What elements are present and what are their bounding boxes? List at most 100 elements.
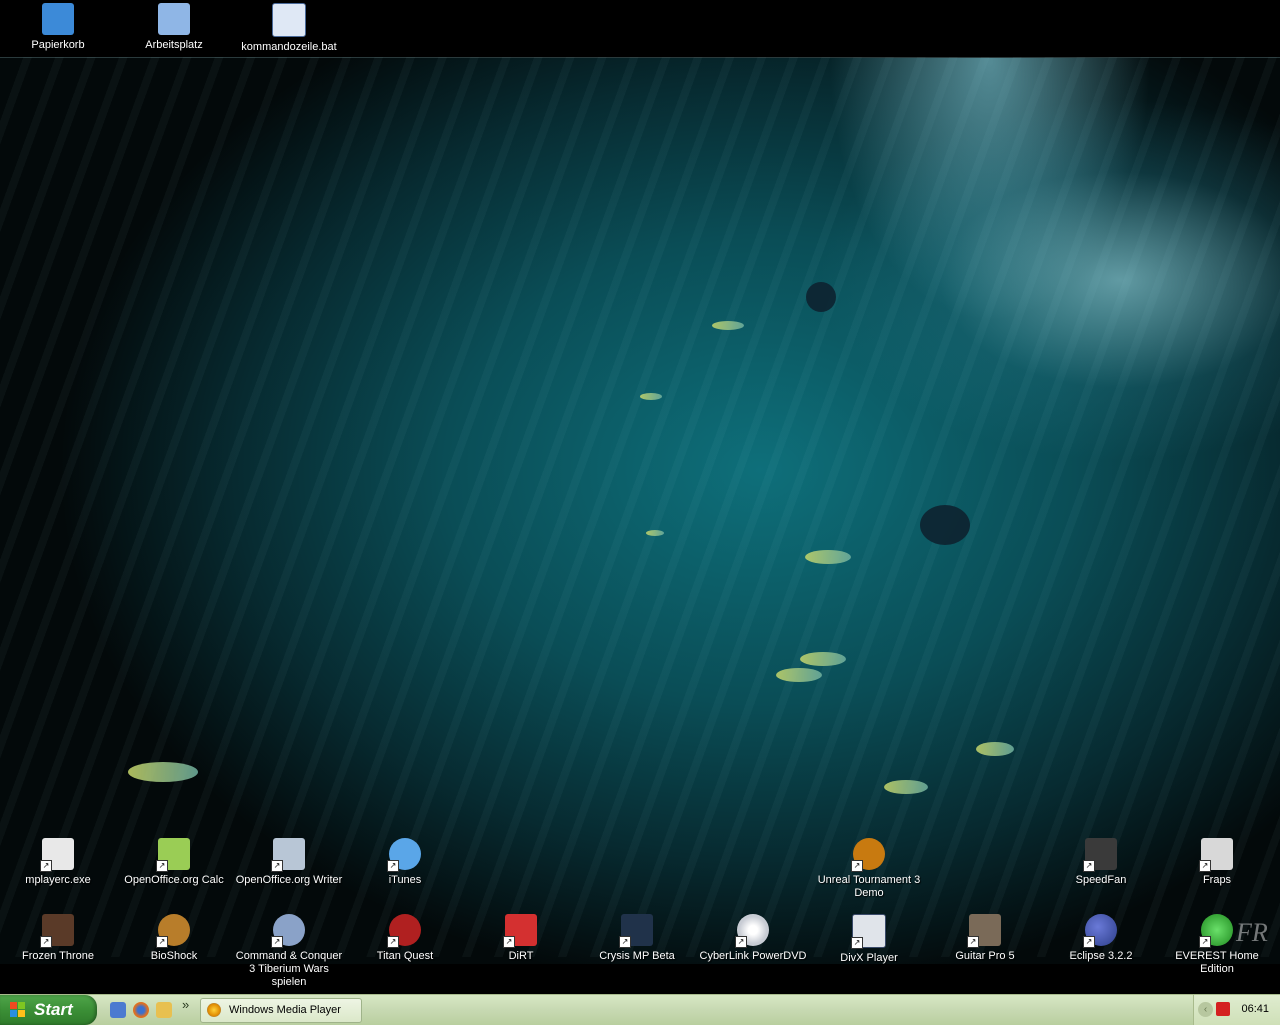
- desktop-icon-fraps[interactable]: ↗ Fraps: [1162, 838, 1272, 887]
- desktop-icon-titan-quest[interactable]: ↗ Titan Quest: [350, 914, 460, 963]
- wallpaper-fish: [805, 550, 851, 564]
- explorer-icon[interactable]: [156, 1002, 172, 1018]
- desktop-icon-label: SpeedFan: [1075, 874, 1127, 886]
- shortcut-arrow-icon: ↗: [387, 860, 399, 872]
- shortcut-arrow-icon: ↗: [735, 936, 747, 948]
- clock[interactable]: 06:41: [1241, 1003, 1269, 1015]
- desktop: Papierkorb Arbeitsplatz kommandozeile.ba…: [0, 0, 1280, 994]
- desktop-icon-powerdvd[interactable]: ↗ CyberLink PowerDVD: [698, 914, 808, 963]
- desktop-icon-label: Command & Conquer 3 Tiberium Wars spiele…: [235, 950, 343, 988]
- wallpaper-fish: [646, 530, 664, 536]
- desktop-icon-oo-writer[interactable]: ↗ OpenOffice.org Writer: [234, 838, 344, 887]
- openoffice-writer-icon: ↗: [271, 838, 305, 872]
- show-desktop-icon[interactable]: [110, 1002, 126, 1018]
- desktop-icon-label: Crysis MP Beta: [599, 950, 675, 962]
- windows-logo-icon: [10, 1002, 26, 1018]
- wallpaper-fish: [976, 742, 1014, 756]
- desktop-icon-label: Titan Quest: [376, 950, 434, 962]
- itunes-icon: ↗: [387, 838, 421, 872]
- unreal-tournament-icon: ↗: [851, 838, 885, 872]
- guitar-pro-icon: ↗: [967, 914, 1001, 948]
- shortcut-arrow-icon: ↗: [40, 936, 52, 948]
- dirt-icon: ↗: [503, 914, 537, 948]
- desktop-icon-bioshock[interactable]: ↗ BioShock: [119, 914, 229, 963]
- start-button[interactable]: Start: [0, 995, 97, 1025]
- desktop-icon-label: OpenOffice.org Calc: [124, 874, 224, 886]
- desktop-icon-unreal-tournament[interactable]: ↗ Unreal Tournament 3 Demo: [814, 838, 924, 900]
- desktop-icon-label: Eclipse 3.2.2: [1069, 950, 1133, 962]
- desktop-icon-label: Frozen Throne: [22, 950, 94, 962]
- desktop-icon-label: DiRT: [508, 950, 534, 962]
- shortcut-arrow-icon: ↗: [851, 937, 863, 949]
- desktop-icon-label: Papierkorb: [31, 39, 85, 51]
- recycle-bin-icon: [42, 3, 74, 35]
- system-tray: ‹ 06:41: [1193, 995, 1280, 1025]
- everest-icon: ↗: [1199, 914, 1233, 948]
- shortcut-arrow-icon: ↗: [1199, 860, 1211, 872]
- task-label: Windows Media Player: [229, 1004, 341, 1016]
- desktop-bottom-band: [0, 964, 1280, 994]
- crysis-icon: ↗: [619, 914, 653, 948]
- shortcut-arrow-icon: ↗: [851, 860, 863, 872]
- desktop-icon-dirt[interactable]: ↗ DiRT: [466, 914, 576, 963]
- shortcut-arrow-icon: ↗: [271, 936, 283, 948]
- speedfan-icon: ↗: [1083, 838, 1117, 872]
- wallpaper-watermark: FR: [1236, 918, 1268, 947]
- desktop-icon-divx-player[interactable]: ↗ DivX Player: [814, 914, 924, 965]
- desktop-icon-label: Unreal Tournament 3 Demo: [817, 874, 921, 899]
- desktop-icon-papierkorb[interactable]: Papierkorb: [3, 3, 113, 52]
- taskbar: Start » Windows Media Player ‹ 06:41: [0, 994, 1280, 1025]
- desktop-icon-label: kommandozeile.bat: [241, 41, 337, 53]
- desktop-icon-guitar-pro[interactable]: ↗ Guitar Pro 5: [930, 914, 1040, 963]
- shortcut-arrow-icon: ↗: [40, 860, 52, 872]
- batch-file-icon: [272, 3, 306, 37]
- desktop-icon-crysis[interactable]: ↗ Crysis MP Beta: [582, 914, 692, 963]
- desktop-icon-arbeitsplatz[interactable]: Arbeitsplatz: [119, 3, 229, 52]
- shortcut-arrow-icon: ↗: [156, 860, 168, 872]
- wallpaper-fish: [712, 321, 744, 330]
- desktop-icon-speedfan[interactable]: ↗ SpeedFan: [1046, 838, 1156, 887]
- titan-quest-icon: ↗: [387, 914, 421, 948]
- openoffice-calc-icon: ↗: [156, 838, 190, 872]
- wallpaper-light-rays: [0, 57, 1280, 957]
- command-conquer-icon: ↗: [271, 914, 305, 948]
- task-windows-media-player[interactable]: Windows Media Player: [200, 998, 362, 1023]
- quick-launch-overflow[interactable]: »: [182, 997, 189, 1012]
- media-player-classic-icon: ↗: [40, 838, 74, 872]
- desktop-icon-label: BioShock: [150, 950, 198, 962]
- wallpaper-fish: [776, 668, 822, 682]
- desktop-icon-oo-calc[interactable]: ↗ OpenOffice.org Calc: [119, 838, 229, 887]
- desktop-icon-mplayerc[interactable]: ↗ mplayerc.exe: [3, 838, 113, 887]
- desktop-icon-command-conquer[interactable]: ↗ Command & Conquer 3 Tiberium Wars spie…: [234, 914, 344, 989]
- desktop-icon-label: DivX Player: [840, 952, 898, 964]
- bioshock-icon: ↗: [156, 914, 190, 948]
- windows-media-player-icon: [207, 1003, 221, 1017]
- wallpaper-fish: [128, 762, 198, 782]
- my-computer-icon: [158, 3, 190, 35]
- shortcut-arrow-icon: ↗: [1199, 936, 1211, 948]
- powerdvd-icon: ↗: [735, 914, 769, 948]
- wallpaper-fish: [884, 780, 928, 794]
- desktop-icon-label: iTunes: [388, 874, 422, 886]
- shortcut-arrow-icon: ↗: [156, 936, 168, 948]
- antivir-icon[interactable]: [1216, 1002, 1230, 1016]
- desktop-icon-frozen-throne[interactable]: ↗ Frozen Throne: [3, 914, 113, 963]
- desktop-icon-label: CyberLink PowerDVD: [699, 950, 807, 962]
- tray-expand-icon[interactable]: ‹: [1198, 1002, 1213, 1017]
- shortcut-arrow-icon: ↗: [967, 936, 979, 948]
- desktop-icon-label: Arbeitsplatz: [145, 39, 203, 51]
- desktop-icon-itunes[interactable]: ↗ iTunes: [350, 838, 460, 887]
- fraps-icon: ↗: [1199, 838, 1233, 872]
- shortcut-arrow-icon: ↗: [1083, 860, 1095, 872]
- wallpaper-fish: [800, 652, 846, 666]
- shortcut-arrow-icon: ↗: [1083, 936, 1095, 948]
- shortcut-arrow-icon: ↗: [503, 936, 515, 948]
- eclipse-icon: ↗: [1083, 914, 1117, 948]
- desktop-icon-eclipse[interactable]: ↗ Eclipse 3.2.2: [1046, 914, 1156, 963]
- shortcut-arrow-icon: ↗: [271, 860, 283, 872]
- wallpaper-fish: [806, 282, 836, 312]
- desktop-icon-kommandozeile[interactable]: kommandozeile.bat: [234, 3, 344, 54]
- desktop-icon-label: Guitar Pro 5: [955, 950, 1015, 962]
- desktop-icon-label: mplayerc.exe: [25, 874, 91, 886]
- firefox-icon[interactable]: [133, 1002, 149, 1018]
